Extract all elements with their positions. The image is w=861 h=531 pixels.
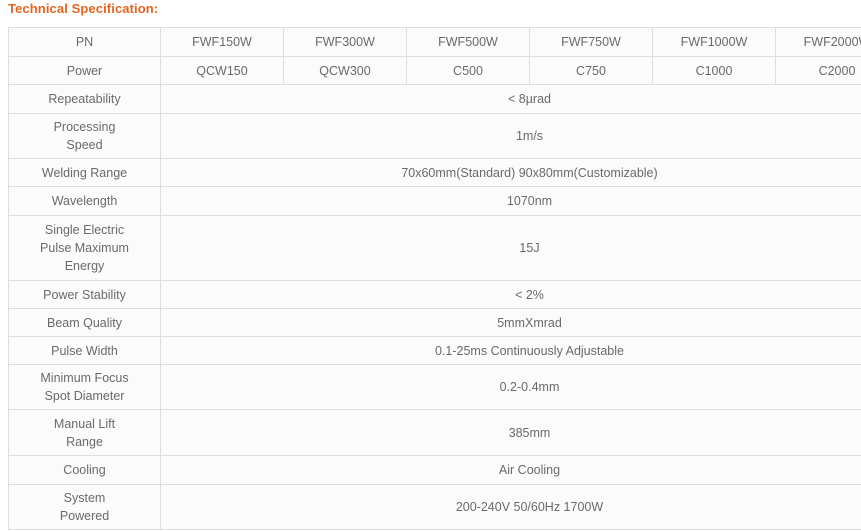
cell-pulse-width-value: 0.1-25ms Continuously Adjustable bbox=[160, 336, 861, 365]
cell-cooling-value: Air Cooling bbox=[160, 455, 861, 485]
technical-specification-table: PN FWF150W FWF300W FWF500W FWF750W FWF10… bbox=[8, 27, 861, 530]
cell-processing-speed-value: 1m/s bbox=[160, 113, 861, 159]
table-row: System Powered 200-240V 50/60Hz 1700W bbox=[8, 484, 861, 530]
row-label-wavelength: Wavelength bbox=[8, 186, 161, 216]
table-row: Manual Lift Range 385mm bbox=[8, 409, 861, 456]
cell-power-2: QCW300 bbox=[283, 56, 407, 85]
label-line-1: Manual Lift bbox=[53, 416, 116, 431]
label-line-1: Minimum Focus bbox=[40, 371, 129, 385]
row-label-minimum-focus-spot-diameter: Minimum Focus Spot Diameter bbox=[8, 364, 161, 410]
cell-power-1: QCW150 bbox=[160, 56, 284, 85]
row-label-cooling: Cooling bbox=[8, 455, 161, 485]
table-row: Single Electric Pulse Maximum Energy 15J bbox=[8, 215, 861, 281]
table-row: Wavelength 1070nm bbox=[8, 186, 861, 216]
cell-minimum-focus-spot-diameter-value: 0.2-0.4mm bbox=[160, 364, 861, 410]
cell-power-4: C750 bbox=[529, 56, 653, 85]
row-label-beam-quality: Beam Quality bbox=[8, 308, 161, 337]
cell-power-5: C1000 bbox=[652, 56, 776, 85]
cell-wavelength-value: 1070nm bbox=[160, 186, 861, 216]
cell-power-6: C2000 bbox=[775, 56, 861, 85]
table-row: Power QCW150 QCW300 C500 C750 C1000 C200… bbox=[8, 56, 861, 85]
label-line-2: Spot Diameter bbox=[44, 389, 125, 403]
technical-specification-table-wrapper: PN FWF150W FWF300W FWF500W FWF750W FWF10… bbox=[8, 27, 861, 530]
cell-power-3: C500 bbox=[406, 56, 530, 85]
label-line-2: Powered bbox=[59, 509, 110, 523]
row-label-pulse-width: Pulse Width bbox=[8, 336, 161, 365]
row-label-manual-lift-range: Manual Lift Range bbox=[8, 409, 161, 456]
row-label-power-stability: Power Stability bbox=[8, 280, 161, 309]
cell-pn-fwf750w: FWF750W bbox=[529, 27, 653, 57]
label-line-3: Energy bbox=[64, 259, 105, 273]
table-row: Welding Range 70x60mm(Standard) 90x80mm(… bbox=[8, 158, 861, 187]
cell-system-powered-value: 200-240V 50/60Hz 1700W bbox=[160, 484, 861, 530]
cell-pn-fwf1000w: FWF1000W bbox=[652, 27, 776, 57]
table-row: Beam Quality 5mmXmrad bbox=[8, 308, 861, 337]
table-row: PN FWF150W FWF300W FWF500W FWF750W FWF10… bbox=[8, 27, 861, 57]
cell-pn-fwf300w: FWF300W bbox=[283, 27, 407, 57]
row-label-welding-range: Welding Range bbox=[8, 158, 161, 187]
label-line-2: Pulse Maximum bbox=[40, 241, 129, 255]
table-row: Repeatability < 8µrad bbox=[8, 84, 861, 114]
cell-single-electric-pulse-maximum-energy-value: 15J bbox=[160, 215, 861, 281]
table-row: Power Stability < 2% bbox=[8, 280, 861, 309]
row-label-processing-speed: Processing Speed bbox=[8, 113, 161, 159]
cell-pn-fwf500w: FWF500W bbox=[406, 27, 530, 57]
cell-pn-fwf2000w: FWF2000W bbox=[775, 27, 861, 57]
table-row: Minimum Focus Spot Diameter 0.2-0.4mm bbox=[8, 364, 861, 410]
row-label-power: Power bbox=[8, 56, 161, 85]
row-label-pn: PN bbox=[8, 27, 161, 57]
cell-pn-fwf150w: FWF150W bbox=[160, 27, 284, 57]
table-row: Processing Speed 1m/s bbox=[8, 113, 861, 159]
cell-repeatability-value: < 8µrad bbox=[160, 84, 861, 114]
table-row: Cooling Air Cooling bbox=[8, 455, 861, 485]
spec-page: Technical Specification: PN FWF150W FWF3… bbox=[0, 0, 861, 531]
cell-manual-lift-range-value: 385mm bbox=[160, 409, 861, 456]
label-line-2: Range bbox=[66, 434, 103, 449]
cell-beam-quality-value: 5mmXmrad bbox=[160, 308, 861, 337]
label-line-1: System bbox=[63, 491, 106, 505]
table-row: Pulse Width 0.1-25ms Continuously Adjust… bbox=[8, 336, 861, 365]
label-line-1: Processing bbox=[53, 120, 116, 134]
page-title: Technical Specification: bbox=[8, 1, 159, 16]
row-label-repeatability: Repeatability bbox=[8, 84, 161, 114]
row-label-system-powered: System Powered bbox=[8, 484, 161, 530]
label-line-1: Single Electric bbox=[44, 223, 125, 237]
cell-welding-range-value: 70x60mm(Standard) 90x80mm(Customizable) bbox=[160, 158, 861, 187]
cell-power-stability-value: < 2% bbox=[160, 280, 861, 309]
label-line-2: Speed bbox=[66, 138, 103, 152]
row-label-single-electric-pulse-maximum-energy: Single Electric Pulse Maximum Energy bbox=[8, 215, 161, 281]
